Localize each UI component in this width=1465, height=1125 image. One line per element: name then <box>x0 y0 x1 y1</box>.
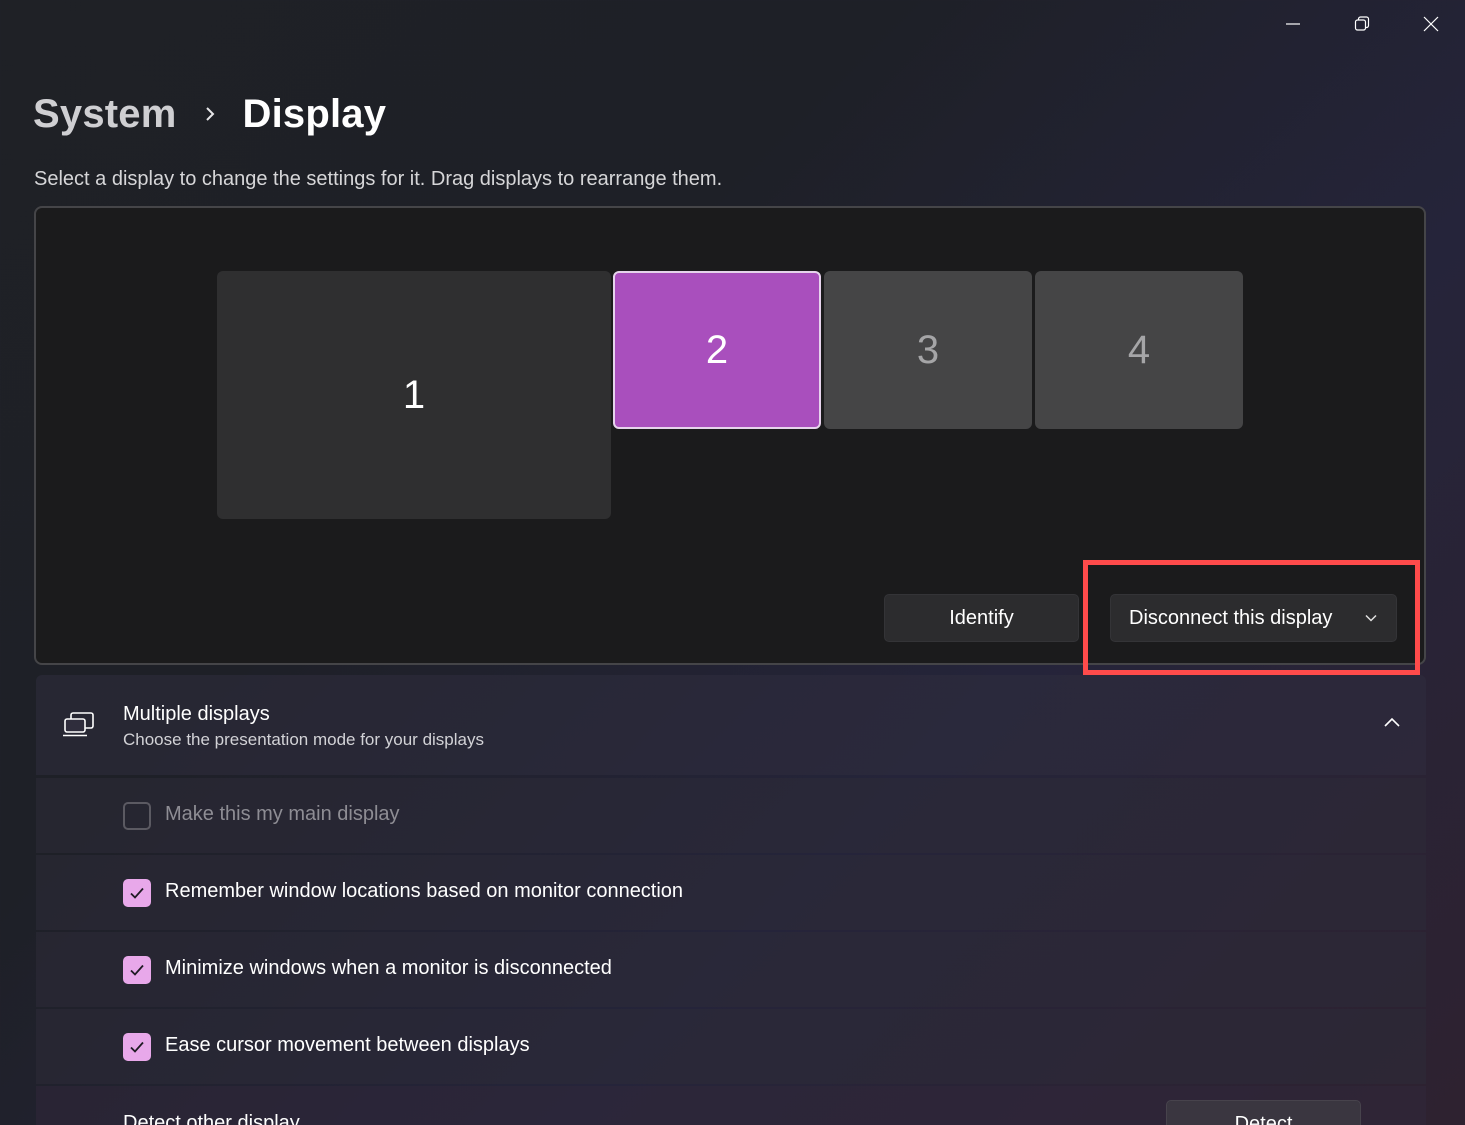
identify-button[interactable]: Identify <box>884 594 1079 642</box>
ease-cursor-movement-checkbox[interactable] <box>123 1033 151 1061</box>
arrange-instructions: Select a display to change the settings … <box>34 168 723 190</box>
identify-button-label: Identify <box>949 606 1014 629</box>
page-title: Display <box>242 91 387 136</box>
window-controls <box>1258 0 1465 48</box>
make-main-display-label: Make this my main display <box>165 803 400 825</box>
remember-window-locations-label: Remember window locations based on monit… <box>165 880 684 902</box>
display-arrangement-panel: 1 2 3 4 Identify Disconnect this display <box>34 206 1426 665</box>
multiple-displays-subtitle: Choose the presentation mode for your di… <box>123 730 484 749</box>
close-button[interactable] <box>1396 0 1465 48</box>
breadcrumb-separator-chevron-right-icon <box>203 103 217 125</box>
multiple-displays-title: Multiple displays <box>123 703 270 725</box>
minimize-button[interactable] <box>1258 0 1327 48</box>
detect-other-display-row: Detect other display Detect <box>36 1086 1426 1125</box>
disconnect-dropdown-label: Disconnect this display <box>1129 606 1333 629</box>
option-row-minimize-windows: Minimize windows when a monitor is disco… <box>36 932 1426 1007</box>
option-row-remember-locations: Remember window locations based on monit… <box>36 855 1426 930</box>
monitor-tile-2-selected[interactable]: 2 <box>613 271 821 429</box>
monitor-tile-3[interactable]: 3 <box>824 271 1032 429</box>
detect-other-display-label: Detect other display <box>123 1112 300 1125</box>
multiple-displays-header[interactable]: Multiple displays Choose the presentatio… <box>36 675 1426 775</box>
detect-button[interactable]: Detect <box>1166 1100 1361 1125</box>
restore-icon <box>1354 16 1369 31</box>
checkmark-icon <box>130 1041 144 1053</box>
minimize-icon <box>1285 23 1300 25</box>
remember-window-locations-checkbox[interactable] <box>123 879 151 907</box>
restore-button[interactable] <box>1327 0 1396 48</box>
ease-cursor-movement-label: Ease cursor movement between displays <box>165 1034 530 1056</box>
monitor-tile-1[interactable]: 1 <box>217 271 611 519</box>
option-row-main-display: Make this my main display <box>36 778 1426 853</box>
breadcrumb: System Display <box>33 86 386 142</box>
close-icon <box>1423 16 1438 32</box>
minimize-windows-label: Minimize windows when a monitor is disco… <box>165 957 612 979</box>
monitor-number: 1 <box>402 372 426 417</box>
chevron-up-icon[interactable] <box>1382 715 1402 729</box>
minimize-windows-checkbox[interactable] <box>123 956 151 984</box>
monitor-number: 4 <box>1127 327 1151 372</box>
checkmark-icon <box>130 887 144 899</box>
monitor-number: 3 <box>916 327 940 372</box>
monitor-number: 2 <box>705 327 729 372</box>
multiple-displays-icon <box>63 712 94 737</box>
disconnect-display-dropdown[interactable]: Disconnect this display <box>1110 594 1397 642</box>
breadcrumb-parent-system[interactable]: System <box>33 92 177 137</box>
chevron-down-icon <box>1365 614 1377 622</box>
detect-button-label: Detect <box>1234 1112 1293 1125</box>
make-main-display-checkbox[interactable] <box>123 802 151 830</box>
option-row-ease-cursor: Ease cursor movement between displays <box>36 1009 1426 1084</box>
checkmark-icon <box>130 964 144 976</box>
monitor-tile-4[interactable]: 4 <box>1035 271 1243 429</box>
